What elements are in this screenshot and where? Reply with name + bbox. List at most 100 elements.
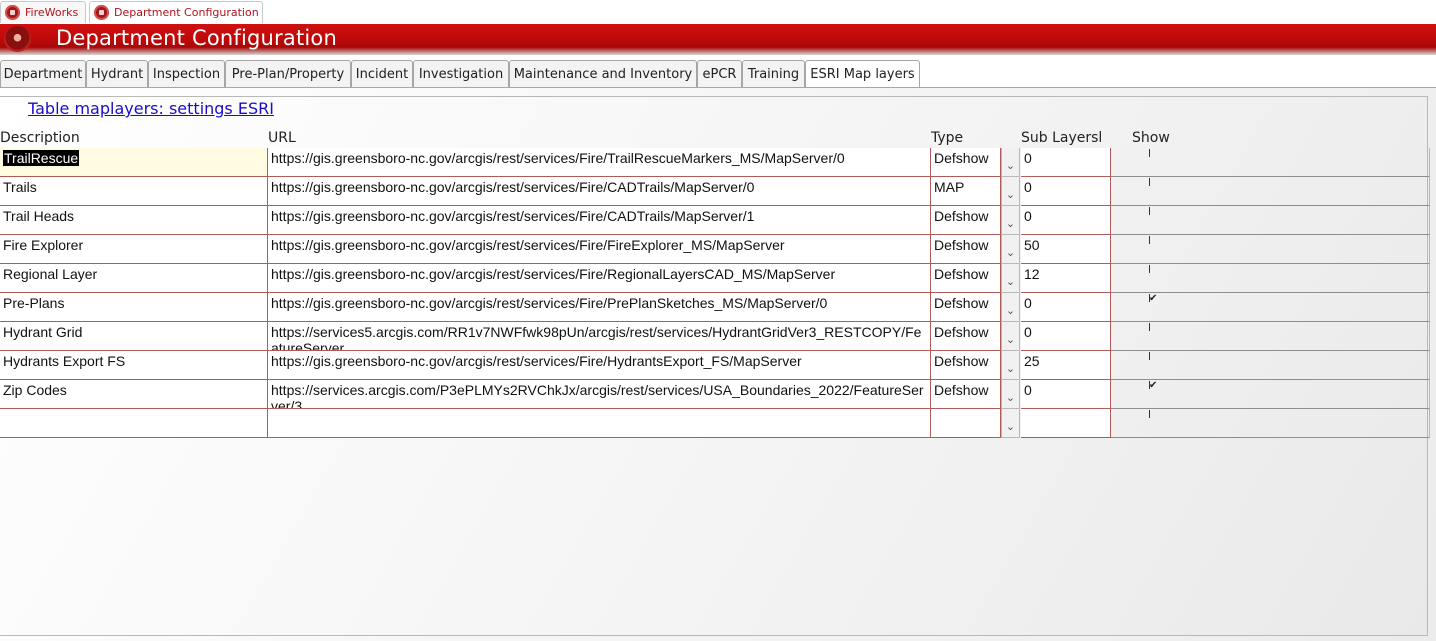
url-field[interactable]: https://gis.greensboro-nc.gov/arcgis/res… <box>268 264 931 293</box>
chevron-down-icon[interactable]: ⌄ <box>1001 351 1020 380</box>
show-cell <box>1111 322 1430 351</box>
show-checkbox[interactable] <box>1149 207 1159 217</box>
description-field[interactable]: TrailRescue <box>0 148 268 177</box>
tab-epcr[interactable]: ePCR <box>697 60 742 87</box>
sub-layers-field[interactable]: 0 <box>1021 148 1111 177</box>
description-field[interactable]: Regional Layer <box>0 264 268 293</box>
type-combo[interactable]: Defshow <box>931 206 1001 235</box>
url-field[interactable]: https://services5.arcgis.com/RR1v7NWFfwk… <box>268 322 931 351</box>
url-field[interactable]: https://gis.greensboro-nc.gov/arcgis/res… <box>268 293 931 322</box>
column-header-sub-layers: Sub Layersl <box>1021 130 1103 146</box>
tab-maintenance-and-inventory[interactable]: Maintenance and Inventory <box>509 60 697 87</box>
doc-tab-fireworks[interactable]: FireWorks <box>0 1 86 23</box>
table-row: Fire Explorer https://gis.greensboro-nc.g… <box>0 235 1430 264</box>
tab-training[interactable]: Training <box>742 60 805 87</box>
type-combo[interactable]: Defshow <box>931 264 1001 293</box>
show-checkbox[interactable] <box>1149 323 1159 333</box>
chevron-down-icon[interactable]: ⌄ <box>1001 177 1020 206</box>
chevron-down-icon[interactable]: ⌄ <box>1001 148 1020 177</box>
url-field[interactable]: https://gis.greensboro-nc.gov/arcgis/res… <box>268 351 931 380</box>
sub-layers-field[interactable]: 0 <box>1021 177 1111 206</box>
table-row: Regional Layer https://gis.greensboro-nc.… <box>0 264 1430 293</box>
sub-layers-field[interactable]: 0 <box>1021 293 1111 322</box>
document-tab-bar: FireWorks Department Configuration <box>0 0 1436 24</box>
chevron-down-icon[interactable]: ⌄ <box>1001 409 1020 438</box>
sub-layers-field[interactable] <box>1021 409 1111 438</box>
show-checkbox[interactable] <box>1149 294 1159 304</box>
url-field[interactable] <box>268 409 931 438</box>
url-field[interactable]: https://gis.greensboro-nc.gov/arcgis/res… <box>268 148 931 177</box>
type-combo[interactable]: Defshow <box>931 380 1001 409</box>
tab-investigation[interactable]: Investigation <box>413 60 509 87</box>
table-row: Trails https://gis.greensboro-nc.gov/arcg… <box>0 177 1430 206</box>
table-row: Hydrant Grid https://services5.arcgis.com… <box>0 322 1430 351</box>
tab-incident[interactable]: Incident <box>351 60 413 87</box>
type-combo[interactable]: Defshow <box>931 322 1001 351</box>
section-tab-bar: Department Hydrant Inspection Pre-Plan/P… <box>0 56 1436 87</box>
chevron-down-icon[interactable]: ⌄ <box>1001 380 1020 409</box>
show-checkbox[interactable] <box>1149 352 1159 362</box>
show-cell <box>1111 351 1430 380</box>
show-checkbox[interactable] <box>1149 265 1159 275</box>
doc-tab-department-configuration[interactable]: Department Configuration <box>89 1 263 23</box>
table-row: Hydrants Export FS https://gis.greensboro… <box>0 351 1430 380</box>
sub-layers-field[interactable]: 25 <box>1021 351 1111 380</box>
chevron-down-icon[interactable]: ⌄ <box>1001 264 1020 293</box>
doc-tab-label: Department Configuration <box>114 6 259 19</box>
type-combo[interactable] <box>931 409 1001 438</box>
tab-department[interactable]: Department <box>0 60 86 87</box>
url-field[interactable]: https://gis.greensboro-nc.gov/arcgis/res… <box>268 235 931 264</box>
type-combo[interactable]: Defshow <box>931 148 1001 177</box>
table-row: Pre-Plans https://gis.greensboro-nc.gov/a… <box>0 293 1430 322</box>
column-header-type: Type <box>931 130 964 146</box>
show-cell <box>1111 206 1430 235</box>
show-cell <box>1111 409 1430 438</box>
tab-pre-plan-property[interactable]: Pre-Plan/Property <box>225 60 351 87</box>
description-field[interactable]: Hydrant Grid <box>0 322 268 351</box>
page-title: Department Configuration <box>56 26 337 50</box>
chevron-down-icon[interactable]: ⌄ <box>1001 293 1020 322</box>
show-checkbox[interactable] <box>1149 236 1159 246</box>
chevron-down-icon[interactable]: ⌄ <box>1001 322 1020 351</box>
sub-layers-field[interactable]: 0 <box>1021 380 1111 409</box>
url-field[interactable]: https://gis.greensboro-nc.gov/arcgis/res… <box>268 177 931 206</box>
sub-layers-field[interactable]: 50 <box>1021 235 1111 264</box>
description-field[interactable]: Fire Explorer <box>0 235 268 264</box>
chevron-down-icon[interactable]: ⌄ <box>1001 206 1020 235</box>
url-field[interactable]: https://gis.greensboro-nc.gov/arcgis/res… <box>268 206 931 235</box>
fireworks-logo-icon <box>94 5 109 20</box>
show-checkbox[interactable] <box>1149 381 1159 391</box>
subform-title-link[interactable]: Table maplayers: settings ESRI <box>28 99 274 118</box>
show-cell <box>1111 264 1430 293</box>
type-combo[interactable]: MAP <box>931 177 1001 206</box>
column-header-show: Show <box>1132 130 1170 146</box>
doc-tab-label: FireWorks <box>25 6 79 19</box>
description-field[interactable]: Trails <box>0 177 268 206</box>
url-field[interactable]: https://services.arcgis.com/P3ePLMYs2RVC… <box>268 380 931 409</box>
table-row: Trail Heads https://gis.greensboro-nc.gov… <box>0 206 1430 235</box>
description-field[interactable]: Hydrants Export FS <box>0 351 268 380</box>
table-row: Zip Codes https://services.arcgis.com/P3e… <box>0 380 1430 409</box>
show-checkbox[interactable] <box>1149 410 1159 420</box>
tab-esri-map-layers[interactable]: ESRI Map layers <box>805 60 920 87</box>
show-cell <box>1111 148 1430 177</box>
sub-layers-field[interactable]: 0 <box>1021 322 1111 351</box>
type-combo[interactable]: Defshow <box>931 293 1001 322</box>
tab-inspection[interactable]: Inspection <box>148 60 225 87</box>
show-cell <box>1111 293 1430 322</box>
description-field[interactable]: Trail Heads <box>0 206 268 235</box>
sub-layers-field[interactable]: 0 <box>1021 206 1111 235</box>
description-field[interactable]: Pre-Plans <box>0 293 268 322</box>
description-field[interactable] <box>0 409 268 438</box>
show-checkbox[interactable] <box>1149 178 1159 188</box>
description-field[interactable]: Zip Codes <box>0 380 268 409</box>
show-checkbox[interactable] <box>1149 149 1159 159</box>
sub-layers-field[interactable]: 12 <box>1021 264 1111 293</box>
selected-description-text: TrailRescue <box>3 150 80 166</box>
type-combo[interactable]: Defshow <box>931 235 1001 264</box>
chevron-down-icon[interactable]: ⌄ <box>1001 235 1020 264</box>
show-cell <box>1111 380 1430 409</box>
esri-map-layers-panel: Table maplayers: settings ESRI Descripti… <box>0 87 1436 641</box>
type-combo[interactable]: Defshow <box>931 351 1001 380</box>
tab-hydrant[interactable]: Hydrant <box>86 60 148 87</box>
